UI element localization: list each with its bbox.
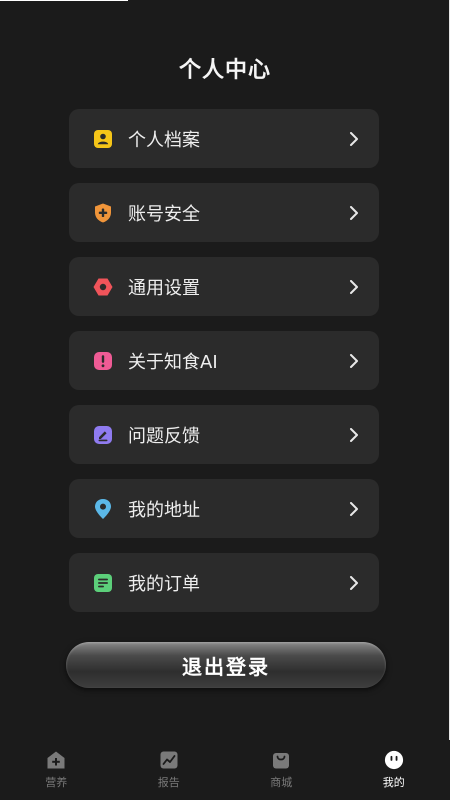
menu-item-about[interactable]: 关于知食AI [69,331,379,390]
logout-button[interactable]: 退出登录 [66,642,386,688]
edit-icon [92,424,114,446]
chevron-right-icon [347,205,361,220]
menu-list: 个人档案 账号安全 通用设置 关于知食AI 问题反馈 我的地址 我的订单 [69,109,379,627]
menu-item-orders[interactable]: 我的订单 [69,553,379,612]
home-plus-icon [46,750,66,770]
tab-bar: 营养 报告 商城 我的 [0,740,450,800]
edge-line-top [0,0,128,1]
menu-item-profile[interactable]: 个人档案 [69,109,379,168]
tab-label: 报告 [157,776,180,789]
shopping-bag-icon [271,750,291,770]
shield-plus-icon [92,202,114,224]
tab-nutrition[interactable]: 营养 [0,740,113,800]
chevron-right-icon [347,427,361,442]
tab-mine[interactable]: 我的 [338,740,450,800]
page-title: 个人中心 [178,58,271,83]
menu-item-label: 个人档案 [128,129,200,151]
gear-hexagon-icon [92,276,114,298]
menu-item-address[interactable]: 我的地址 [69,479,379,538]
menu-item-label: 问题反馈 [128,425,200,447]
menu-item-label: 通用设置 [128,277,200,299]
menu-item-label: 账号安全 [128,203,200,225]
list-doc-icon [92,572,114,594]
chevron-right-icon [347,353,361,368]
face-icon [384,750,404,770]
tab-mall[interactable]: 商城 [225,740,338,800]
tab-label: 我的 [382,776,405,789]
menu-item-feedback[interactable]: 问题反馈 [69,405,379,464]
tab-report[interactable]: 报告 [113,740,226,800]
tab-label: 商城 [270,776,293,789]
tab-label: 营养 [45,776,68,789]
menu-item-general-settings[interactable]: 通用设置 [69,257,379,316]
id-card-icon [92,128,114,150]
exclamation-icon [92,350,114,372]
screen: 个人中心 个人档案 账号安全 通用设置 关于知食AI 问题反馈 我的地址 我的订… [0,0,450,800]
chevron-right-icon [347,575,361,590]
chevron-right-icon [347,131,361,146]
menu-item-account-security[interactable]: 账号安全 [69,183,379,242]
chart-icon [159,750,179,770]
chevron-right-icon [347,279,361,294]
location-pin-icon [92,498,114,520]
menu-item-label: 我的订单 [128,573,200,595]
chevron-right-icon [347,501,361,516]
menu-item-label: 关于知食AI [128,351,218,373]
menu-item-label: 我的地址 [128,499,200,521]
